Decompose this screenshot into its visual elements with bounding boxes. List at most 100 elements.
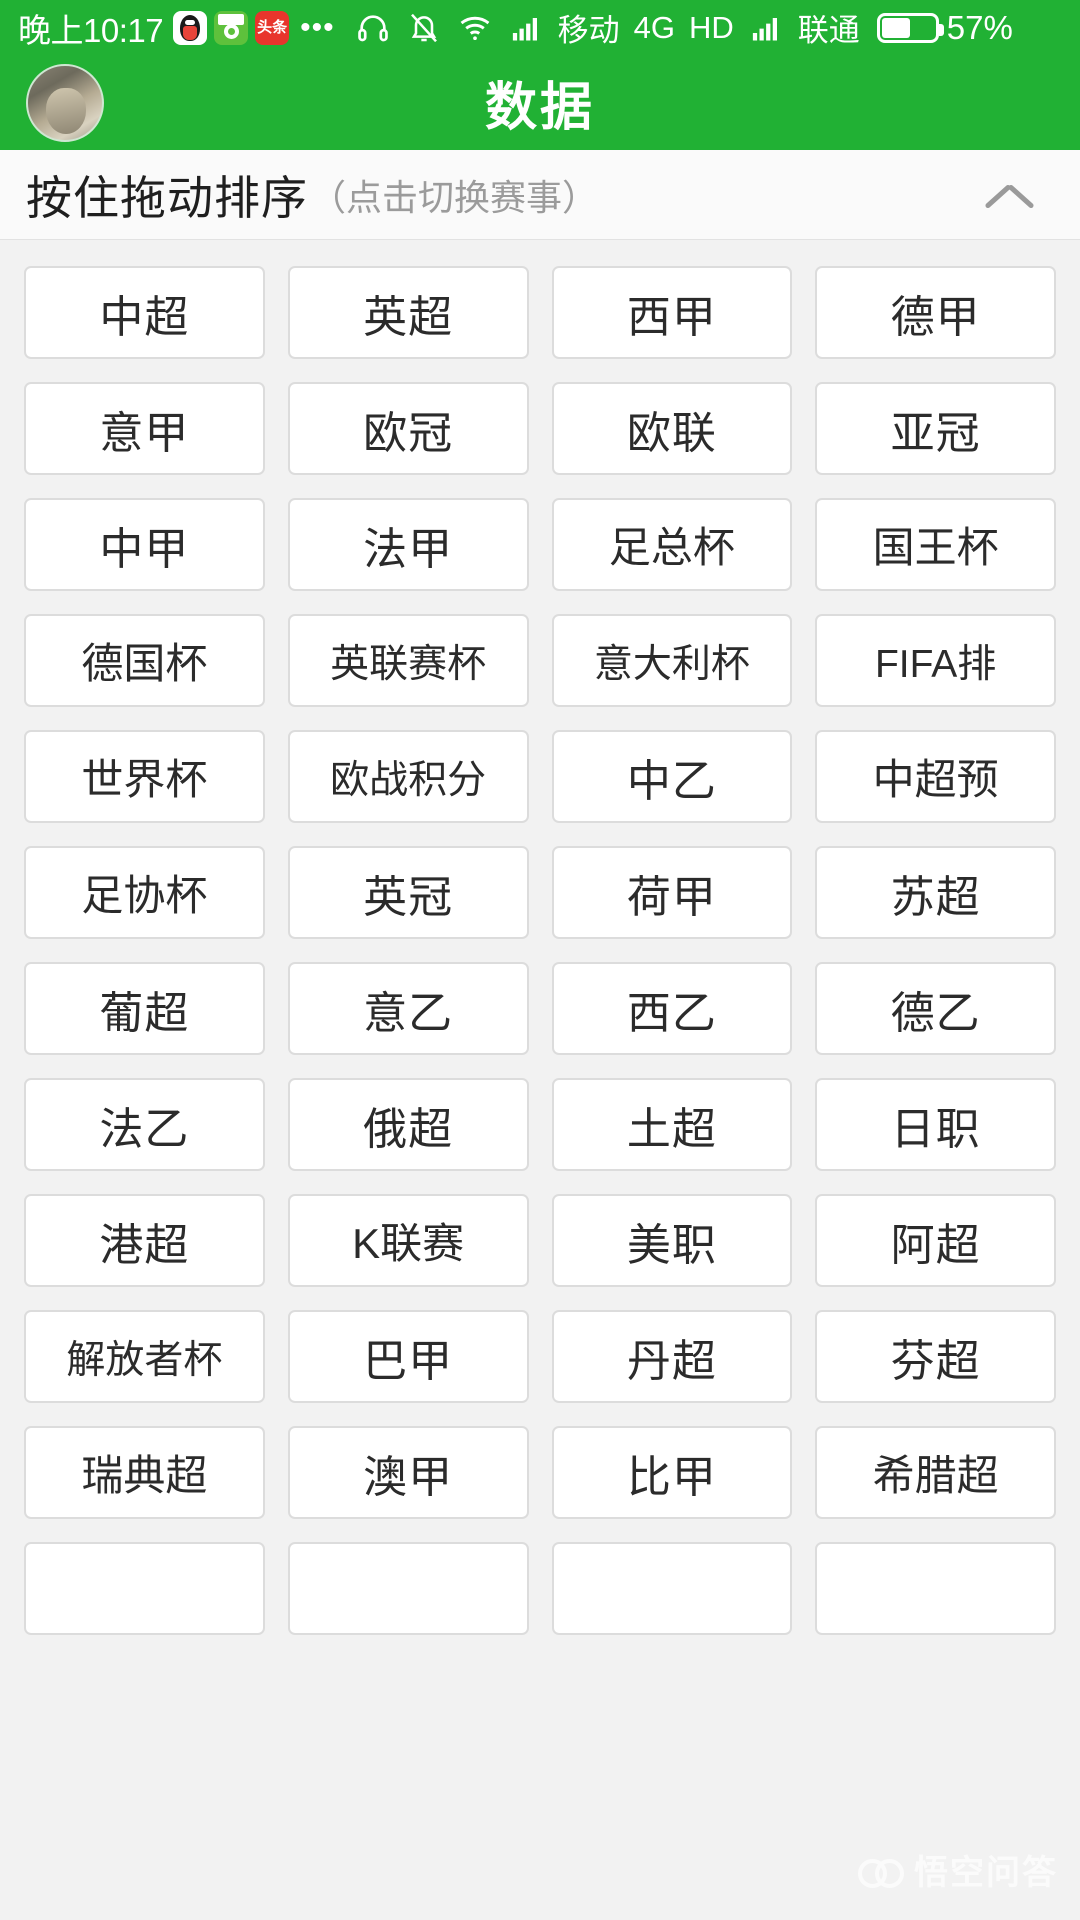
- league-cell-label: 荷甲: [626, 872, 717, 922]
- sort-bar[interactable]: 按住拖动排序 （点击切换赛事）: [0, 150, 1080, 240]
- league-cell-label: 德国杯: [81, 640, 208, 687]
- league-cell-4[interactable]: 意甲: [24, 382, 265, 475]
- league-grid: 中超 英超 西甲 德甲意甲 欧冠 欧联 亚冠中甲 法甲 足总杯 国王杯德国杯 英联赛杯 意大利杯 FIF…: [0, 240, 1080, 1920]
- league-cell-label: 瑞典超: [81, 1452, 208, 1499]
- league-cell-23[interactable]: 苏超: [815, 846, 1056, 939]
- league-cell-18[interactable]: 中乙: [551, 730, 793, 823]
- league-cell-26[interactable]: 西乙: [551, 962, 793, 1055]
- league-cell-9[interactable]: 法甲: [287, 498, 529, 591]
- league-cell-31[interactable]: 日职: [815, 1078, 1056, 1171]
- league-cell-label: 西乙: [626, 988, 717, 1038]
- league-cell-label: 美职: [626, 1220, 717, 1270]
- league-cell-3[interactable]: 德甲: [815, 266, 1056, 359]
- league-cell-label: 土超: [626, 1104, 717, 1154]
- league-cell-39[interactable]: 芬超: [815, 1310, 1056, 1403]
- league-cell-13[interactable]: 英联赛杯: [287, 614, 529, 707]
- league-cell-24[interactable]: 葡超: [24, 962, 265, 1055]
- league-cell-label: 国王杯: [872, 524, 999, 571]
- app-header: 数据: [0, 55, 1080, 150]
- sort-bar-sub-label: （点击切换赛事）: [310, 176, 599, 218]
- league-cell-label: 解放者杯: [66, 1338, 223, 1382]
- league-cell-empty-47[interactable]: [815, 1542, 1056, 1635]
- signal-bars-icon-2: [750, 13, 782, 43]
- league-cell-12[interactable]: 德国杯: [24, 614, 265, 707]
- league-cell-32[interactable]: 港超: [24, 1194, 265, 1287]
- overflow-dots-icon: •••: [300, 10, 335, 44]
- league-cell-34[interactable]: 美职: [551, 1194, 793, 1287]
- league-cell-empty-46[interactable]: [551, 1542, 793, 1635]
- league-cell-empty-45[interactable]: [287, 1542, 529, 1635]
- league-cell-label: 英超: [363, 292, 454, 342]
- qq-icon: [173, 10, 208, 45]
- league-cell-15[interactable]: FIFA排: [815, 614, 1056, 707]
- league-cell-label: 足协杯: [81, 872, 208, 919]
- league-cell-21[interactable]: 英冠: [287, 846, 529, 939]
- league-cell-label: 德甲: [890, 292, 981, 342]
- league-cell-label: 葡超: [99, 988, 190, 1038]
- league-cell-label: 欧战积分: [330, 758, 487, 802]
- league-cell-0[interactable]: 中超: [24, 266, 265, 359]
- league-cell-empty-44[interactable]: [24, 1542, 265, 1635]
- league-cell-17[interactable]: 欧战积分: [287, 730, 529, 823]
- chevron-up-icon[interactable]: [986, 180, 1036, 210]
- league-cell-10[interactable]: 足总杯: [551, 498, 793, 591]
- battery-icon: [876, 12, 944, 43]
- battery-percent-label: 57%: [946, 8, 1013, 46]
- league-cell-label: 澳甲: [363, 1452, 454, 1502]
- green-app-icon: [214, 10, 249, 45]
- league-cell-22[interactable]: 荷甲: [551, 846, 793, 939]
- league-cell-label: 德乙: [890, 988, 981, 1038]
- league-cell-11[interactable]: 国王杯: [815, 498, 1056, 591]
- sort-bar-main-label: 按住拖动排序: [26, 171, 308, 224]
- bell-muted-icon: [408, 12, 440, 44]
- league-cell-label: 中甲: [99, 524, 190, 574]
- league-cell-7[interactable]: 亚冠: [815, 382, 1056, 475]
- league-cell-16[interactable]: 世界杯: [24, 730, 265, 823]
- league-cell-label: 世界杯: [81, 756, 208, 803]
- league-cell-29[interactable]: 俄超: [287, 1078, 529, 1171]
- league-cell-label: 中超预: [872, 756, 999, 803]
- toutiao-icon-label: 头条: [257, 19, 288, 36]
- carrier-secondary-label: 联通: [797, 13, 860, 48]
- league-cell-28[interactable]: 法乙: [24, 1078, 265, 1171]
- league-cell-label: 苏超: [890, 872, 981, 922]
- league-cell-38[interactable]: 丹超: [551, 1310, 793, 1403]
- status-time: 晚上10:17: [18, 11, 164, 49]
- league-cell-label: K联赛: [352, 1220, 465, 1267]
- league-cell-label: 中乙: [626, 756, 717, 806]
- league-cell-20[interactable]: 足协杯: [24, 846, 265, 939]
- league-cell-6[interactable]: 欧联: [551, 382, 793, 475]
- wifi-icon: [458, 11, 492, 45]
- league-cell-43[interactable]: 希腊超: [815, 1426, 1056, 1519]
- league-cell-36[interactable]: 解放者杯: [24, 1310, 265, 1403]
- league-cell-label: 欧冠: [363, 408, 454, 458]
- league-cell-37[interactable]: 巴甲: [287, 1310, 529, 1403]
- league-cell-label: 港超: [99, 1220, 190, 1270]
- avatar[interactable]: [26, 63, 104, 142]
- page-title: 数据: [484, 79, 595, 137]
- league-cell-label: 西甲: [626, 292, 717, 342]
- league-cell-label: 意乙: [363, 988, 454, 1038]
- league-cell-1[interactable]: 英超: [287, 266, 529, 359]
- league-cell-30[interactable]: 土超: [551, 1078, 793, 1171]
- league-cell-25[interactable]: 意乙: [287, 962, 529, 1055]
- league-cell-8[interactable]: 中甲: [24, 498, 265, 591]
- league-cell-label: 欧联: [626, 408, 717, 458]
- league-cell-27[interactable]: 德乙: [815, 962, 1056, 1055]
- league-cell-14[interactable]: 意大利杯: [551, 614, 793, 707]
- league-cell-33[interactable]: K联赛: [287, 1194, 529, 1287]
- league-cell-label: 亚冠: [890, 408, 981, 458]
- league-cell-label: 巴甲: [363, 1336, 454, 1386]
- signal-bars-icon: [510, 13, 542, 43]
- league-cell-40[interactable]: 瑞典超: [24, 1426, 265, 1519]
- league-cell-35[interactable]: 阿超: [815, 1194, 1056, 1287]
- league-cell-42[interactable]: 比甲: [551, 1426, 793, 1519]
- league-cell-5[interactable]: 欧冠: [287, 382, 529, 475]
- league-cell-label: 意大利杯: [593, 642, 750, 686]
- league-cell-41[interactable]: 澳甲: [287, 1426, 529, 1519]
- league-cell-label: 英联赛杯: [330, 642, 487, 686]
- league-cell-label: 俄超: [363, 1104, 454, 1154]
- league-cell-19[interactable]: 中超预: [815, 730, 1056, 823]
- league-cell-label: 中超: [99, 292, 190, 342]
- league-cell-2[interactable]: 西甲: [551, 266, 793, 359]
